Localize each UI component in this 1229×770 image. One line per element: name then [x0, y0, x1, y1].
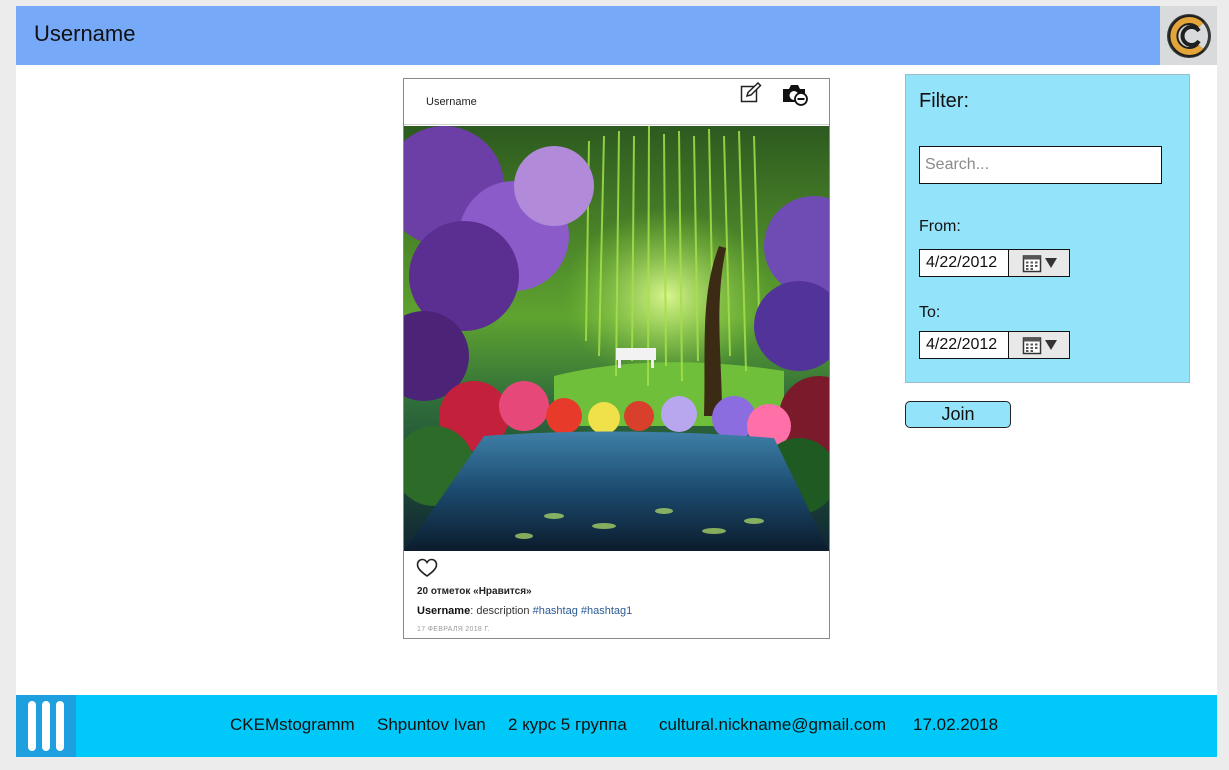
- post-caption: Username: description #hashtag #hashtag1: [417, 605, 632, 617]
- footer-group: 2 курс 5 группа: [508, 715, 627, 734]
- to-calendar-button[interactable]: [1009, 332, 1069, 358]
- chevron-down-icon: [1044, 258, 1057, 268]
- calendar-icon: [1022, 255, 1041, 273]
- calendar-icon: [1022, 337, 1041, 355]
- menu-icon[interactable]: [16, 695, 76, 757]
- to-date-picker[interactable]: 4/22/2012: [919, 331, 1070, 359]
- heart-icon[interactable]: [416, 558, 438, 578]
- to-label: To:: [919, 304, 941, 321]
- hashtag-link[interactable]: #hashtag: [533, 605, 578, 617]
- header-bar: Username: [16, 6, 1217, 65]
- hashtag-link[interactable]: #hashtag1: [581, 605, 632, 617]
- garden-painting: [404, 126, 829, 551]
- header-username: Username: [34, 21, 136, 46]
- footer-app-name: CKEMstogramm: [230, 715, 355, 734]
- footer-date: 17.02.2018: [913, 715, 999, 734]
- filter-panel: Filter: From: 4/22/2012 To: 4/22/2012: [905, 74, 1190, 383]
- footer-bar: CKEMstogramm Shpuntov Ivan 2 курс 5 груп…: [16, 695, 1217, 757]
- caption-username[interactable]: Username: [417, 605, 470, 617]
- menu-bar: [28, 701, 36, 751]
- from-date-picker[interactable]: 4/22/2012: [919, 249, 1070, 277]
- app-frame: Username Username 20 отметок «Нравится» …: [16, 6, 1217, 757]
- menu-bar: [42, 701, 50, 751]
- from-label: From:: [919, 218, 961, 235]
- menu-bar: [56, 701, 64, 751]
- from-calendar-button[interactable]: [1009, 250, 1069, 276]
- post-username[interactable]: Username: [426, 96, 477, 108]
- join-button[interactable]: Join: [905, 401, 1011, 428]
- post-photo[interactable]: [404, 126, 829, 551]
- search-input[interactable]: [919, 146, 1162, 184]
- to-date-value[interactable]: 4/22/2012: [920, 332, 1009, 358]
- chevron-down-icon: [1044, 340, 1057, 350]
- from-date-value[interactable]: 4/22/2012: [920, 250, 1009, 276]
- footer-email[interactable]: cultural.nickname@gmail.com: [659, 715, 886, 735]
- post-header: Username: [404, 79, 829, 125]
- footer-author: Shpuntov Ivan: [377, 715, 486, 734]
- filter-title: Filter:: [919, 90, 969, 112]
- post-card: Username 20 отметок «Нравится» Username:…: [403, 78, 830, 639]
- edit-icon[interactable]: [740, 82, 762, 104]
- likes-count[interactable]: 20 отметок «Нравится»: [417, 586, 532, 597]
- post-date: 17 ФЕВРАЛЯ 2018 Г.: [417, 626, 490, 633]
- c-logo-icon[interactable]: [1160, 6, 1217, 65]
- camera-icon[interactable]: [781, 82, 809, 106]
- caption-text: description: [473, 605, 533, 617]
